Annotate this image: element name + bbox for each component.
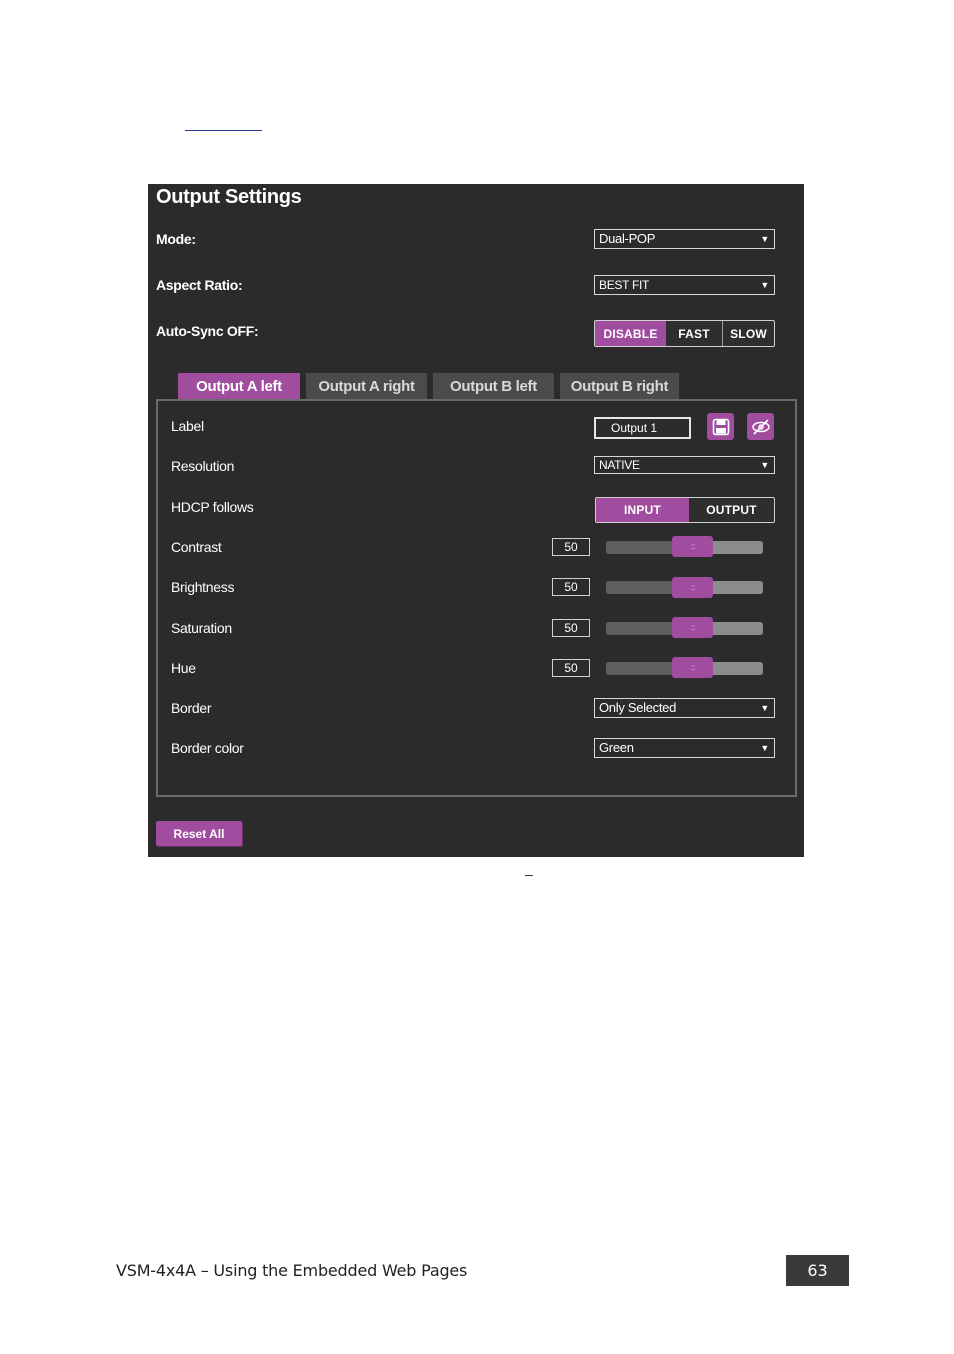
chevron-down-icon: ▼ (760, 703, 769, 713)
page-number: 63 (786, 1255, 849, 1286)
chevron-down-icon: ▼ (760, 280, 769, 290)
auto-sync-label: Auto-Sync OFF: (156, 323, 259, 339)
hue-value[interactable]: 50 (552, 659, 590, 677)
resolution-select[interactable]: NATIVE ▼ (594, 456, 775, 474)
tab-output-b-left[interactable]: Output B left (433, 373, 554, 399)
hue-slider-handle[interactable]: :::: (672, 657, 713, 678)
label-field-label: Label (171, 418, 204, 434)
eye-slash-icon (751, 418, 770, 435)
aspect-ratio-select[interactable]: BEST FIT ▼ (594, 275, 775, 295)
footer-text: VSM-4x4A – Using the Embedded Web Pages (116, 1261, 468, 1280)
border-value: Only Selected (599, 700, 677, 715)
grip-icon: :::: (690, 622, 696, 632)
saturation-value[interactable]: 50 (552, 619, 590, 637)
save-button[interactable] (707, 413, 734, 440)
border-color-value: Green (599, 740, 634, 755)
auto-sync-slow-button[interactable]: SLOW (722, 321, 774, 346)
mode-value: Dual-POP (599, 231, 656, 246)
tab-output-b-right[interactable]: Output B right (560, 373, 679, 399)
auto-sync-disable-button[interactable]: DISABLE (595, 321, 666, 346)
mode-label: Mode: (156, 231, 196, 247)
grip-icon: :::: (690, 662, 696, 672)
brightness-value[interactable]: 50 (552, 578, 590, 596)
hide-button[interactable] (747, 413, 774, 440)
auto-sync-toggle: DISABLE FAST SLOW (594, 320, 775, 347)
brightness-label: Brightness (171, 579, 235, 595)
output-settings-panel: Output Settings Mode: Dual-POP ▼ Aspect … (148, 184, 804, 857)
resolution-label: Resolution (171, 458, 235, 474)
contrast-label: Contrast (171, 539, 222, 555)
hdcp-output-button[interactable]: OUTPUT (689, 498, 774, 522)
hdcp-input-button[interactable]: INPUT (596, 498, 689, 522)
chevron-down-icon: ▼ (760, 234, 769, 244)
chevron-down-icon: ▼ (760, 743, 769, 753)
hdcp-toggle: INPUT OUTPUT (595, 497, 775, 523)
grip-icon: :::: (690, 541, 696, 551)
saturation-label: Saturation (171, 620, 232, 636)
auto-sync-fast-button[interactable]: FAST (666, 321, 722, 346)
label-input[interactable]: Output 1 (594, 417, 691, 439)
page-link-underline (185, 130, 262, 131)
resolution-value: NATIVE (599, 458, 640, 472)
mode-select[interactable]: Dual-POP ▼ (594, 229, 775, 249)
contrast-value[interactable]: 50 (552, 538, 590, 556)
tab-output-a-right[interactable]: Output A right (306, 373, 427, 399)
hue-label: Hue (171, 660, 196, 676)
reset-all-button[interactable]: Reset All (156, 821, 242, 846)
border-color-select[interactable]: Green ▼ (594, 738, 775, 758)
border-label: Border (171, 700, 212, 716)
border-color-label: Border color (171, 740, 244, 756)
aspect-ratio-label: Aspect Ratio: (156, 277, 243, 293)
save-icon (712, 418, 729, 435)
panel-title: Output Settings (156, 186, 302, 208)
aspect-ratio-value: BEST FIT (599, 278, 650, 292)
hdcp-label: HDCP follows (171, 499, 254, 515)
saturation-slider-handle[interactable]: :::: (672, 617, 713, 638)
caption-dash: – (525, 866, 533, 882)
tab-output-a-left[interactable]: Output A left (178, 373, 300, 399)
grip-icon: :::: (690, 582, 696, 592)
contrast-slider-handle[interactable]: :::: (672, 536, 713, 557)
chevron-down-icon: ▼ (760, 460, 769, 470)
brightness-slider-handle[interactable]: :::: (672, 577, 713, 598)
border-select[interactable]: Only Selected ▼ (594, 698, 775, 718)
